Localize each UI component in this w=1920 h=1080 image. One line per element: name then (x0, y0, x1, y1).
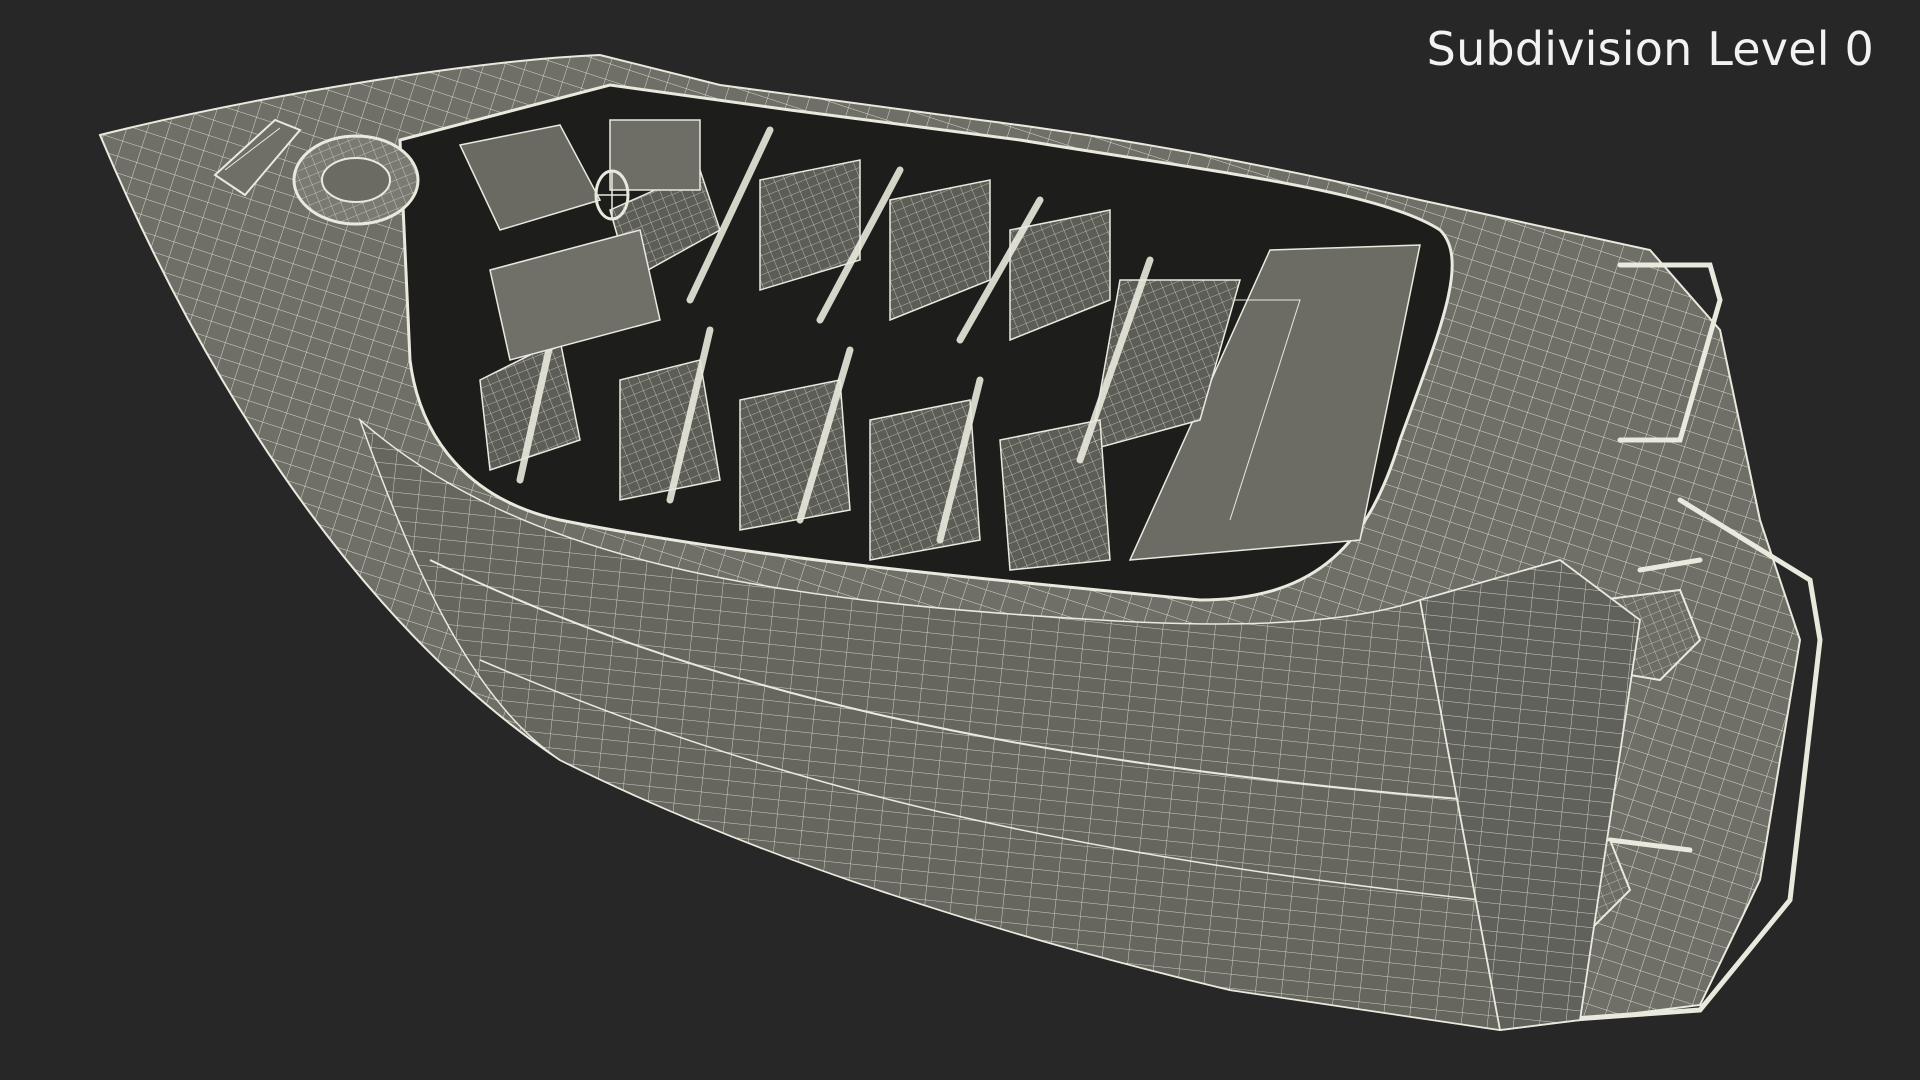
steering-wheel (594, 169, 630, 221)
subdivision-level-caption: Subdivision Level 0 (1426, 22, 1874, 76)
3d-viewport: Subdivision Level 0 (0, 0, 1920, 1080)
wireframe-boat-model (98, 53, 1823, 1032)
life-ring (292, 134, 420, 226)
